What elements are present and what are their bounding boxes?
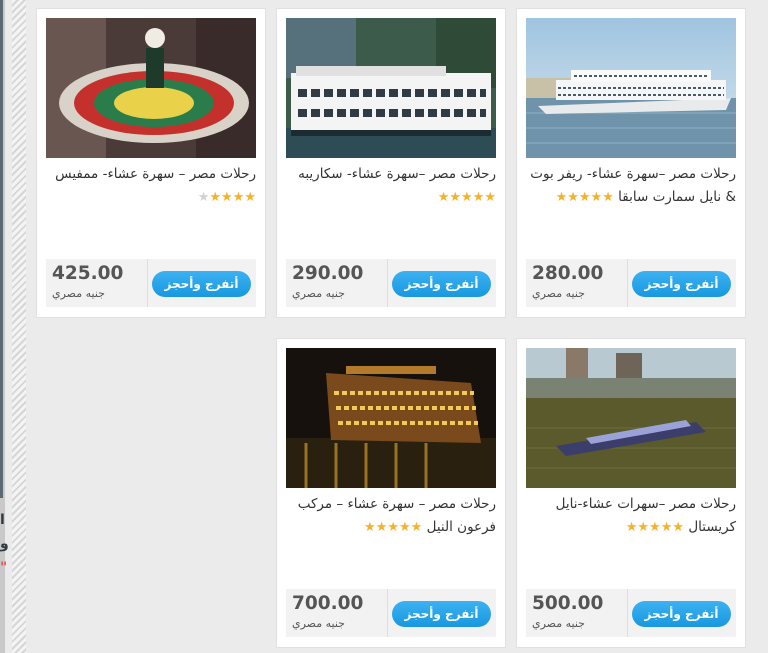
product-card[interactable]: رحلات مصر – سهرة عشاء- ممفيس ★★★★★ 425.0… (37, 9, 265, 317)
view-and-book-button[interactable]: أتفرج وأحجز (632, 271, 731, 297)
product-price: 500.00 (532, 593, 604, 614)
left-sidebar-bar (0, 0, 3, 498)
divider (387, 259, 388, 307)
buy-bar: 290.00 جنيه مصري أتفرج وأحجز (286, 259, 496, 307)
product-price: 280.00 (532, 263, 604, 284)
product-thumbnail[interactable] (526, 348, 736, 488)
product-title[interactable]: رحلات مصر – سهرة عشاء- ممفيس ★★★★★ (44, 163, 256, 209)
nile-boat-image (286, 18, 496, 158)
product-card[interactable]: رحلات مصر – سهرة عشاء – مركب فرعون النيل… (277, 339, 505, 647)
buy-bar: 500.00 جنيه مصري أتفرج وأحجز (526, 589, 736, 637)
view-and-book-button[interactable]: أتفرج وأحجز (632, 601, 731, 627)
rating-stars: ★★★★★ (364, 520, 423, 535)
divider (387, 589, 388, 637)
left-cropped-text: ا و " (0, 512, 9, 576)
divider (627, 589, 628, 637)
currency-label: جنيه مصري (532, 287, 585, 300)
currency-label: جنيه مصري (532, 617, 585, 630)
product-price: 700.00 (292, 593, 364, 614)
cruise-ship-image (526, 18, 736, 158)
currency-label: جنيه مصري (52, 287, 105, 300)
currency-label: جنيه مصري (292, 617, 345, 630)
product-title[interactable]: رحلات مصر –سهرة عشاء- سكاريبه ★★★★★ (284, 163, 496, 209)
divider (147, 259, 148, 307)
pharaoh-boat-night-image (286, 348, 496, 488)
product-thumbnail[interactable] (286, 18, 496, 158)
buy-bar: 425.00 جنيه مصري أتفرج وأحجز (46, 259, 256, 307)
view-and-book-button[interactable]: أتفرج وأحجز (152, 271, 251, 297)
product-card[interactable]: رحلات مصر –سهرات عشاء-نايل كريستال ★★★★★… (517, 339, 745, 647)
left-stripe-decoration (12, 0, 26, 653)
product-thumbnail[interactable] (526, 18, 736, 158)
product-price: 290.00 (292, 263, 364, 284)
buy-bar: 280.00 جنيه مصري أتفرج وأحجز (526, 259, 736, 307)
divider (627, 259, 628, 307)
product-thumbnail[interactable] (46, 18, 256, 158)
rating-stars: ★★★★★ (197, 190, 256, 205)
product-title[interactable]: رحلات مصر –سهرة عشاء- ريفر بوت & نايل سم… (524, 163, 736, 209)
product-price: 425.00 (52, 263, 124, 284)
product-card[interactable]: رحلات مصر –سهرة عشاء- سكاريبه ★★★★★ 290.… (277, 9, 505, 317)
view-and-book-button[interactable]: أتفرج وأحجز (392, 271, 491, 297)
rating-stars: ★★★★★ (625, 520, 685, 535)
currency-label: جنيه مصري (292, 287, 345, 300)
product-title[interactable]: رحلات مصر – سهرة عشاء – مركب فرعون النيل… (284, 493, 496, 539)
product-thumbnail[interactable] (286, 348, 496, 488)
tanoura-dancer-image (46, 18, 256, 158)
crystal-boat-image (526, 348, 736, 488)
product-card[interactable]: رحلات مصر –سهرة عشاء- ريفر بوت & نايل سم… (517, 9, 745, 317)
product-title[interactable]: رحلات مصر –سهرات عشاء-نايل كريستال ★★★★★ (524, 493, 736, 539)
rating-stars: ★★★★★ (555, 190, 614, 205)
buy-bar: 700.00 جنيه مصري أتفرج وأحجز (286, 589, 496, 637)
view-and-book-button[interactable]: أتفرج وأحجز (392, 601, 491, 627)
rating-stars: ★★★★★ (437, 190, 496, 205)
